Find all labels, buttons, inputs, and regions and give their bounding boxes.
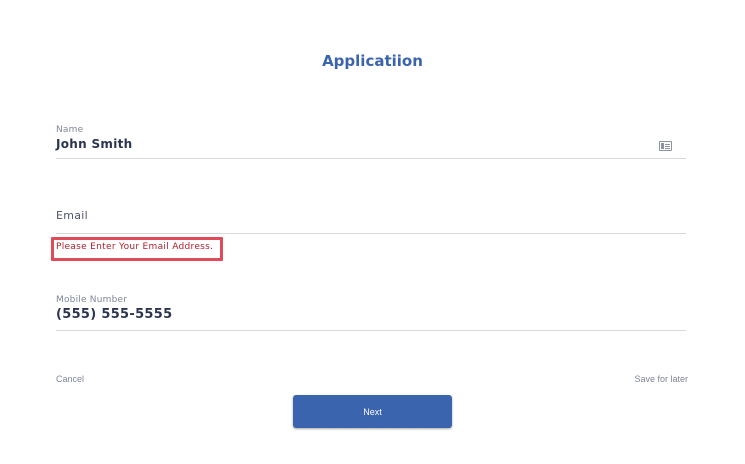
email-field-placeholder[interactable]: Email xyxy=(56,209,686,222)
save-for-later-link[interactable]: Save for later xyxy=(634,374,688,384)
id-card-icon[interactable] xyxy=(659,141,672,151)
mobile-number-value[interactable]: (555) 555-5555 xyxy=(56,307,686,322)
mobile-number-label: Mobile Number xyxy=(56,295,128,305)
next-button[interactable]: Next xyxy=(293,395,452,428)
name-field[interactable]: Name John Smith xyxy=(56,125,686,159)
name-field-label: Name xyxy=(56,125,84,135)
mobile-number-field[interactable]: Mobile Number (555) 555-5555 xyxy=(56,295,686,331)
cancel-link[interactable]: Cancel xyxy=(56,374,84,384)
page-title: Applicatiion xyxy=(322,52,423,70)
email-error-message: Please Enter Your Email Address. xyxy=(56,242,214,252)
name-field-value[interactable]: John Smith xyxy=(56,137,686,151)
email-field[interactable]: Email xyxy=(56,209,686,234)
